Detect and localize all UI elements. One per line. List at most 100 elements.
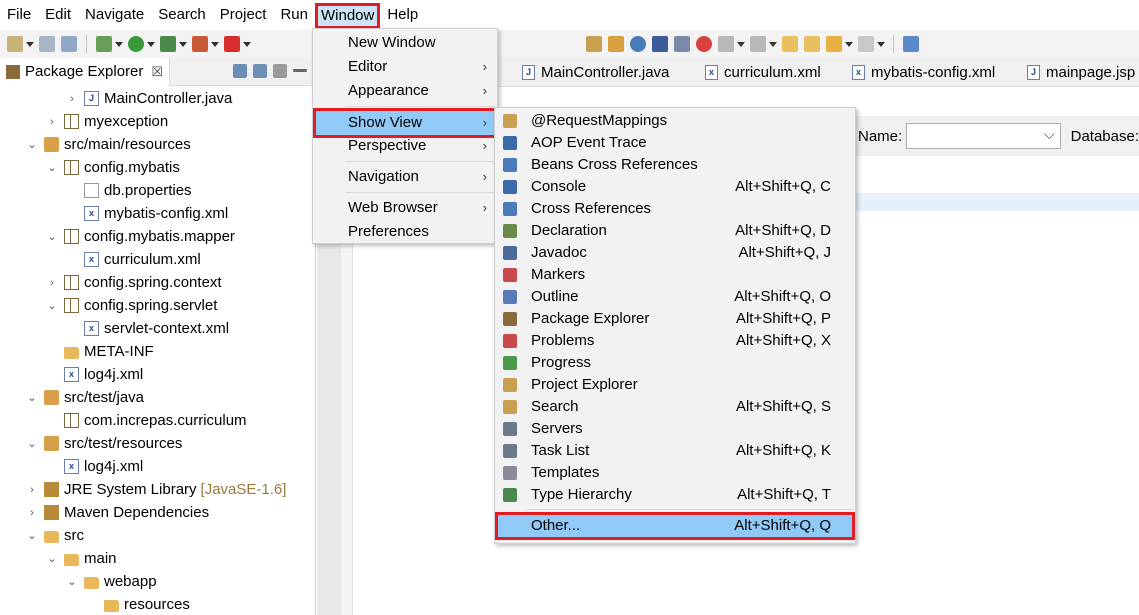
next-annotation-icon[interactable] bbox=[718, 36, 734, 52]
show-view-item[interactable]: Search Alt+Shift+Q, S bbox=[495, 396, 855, 418]
show-view-other-item[interactable]: Other... Alt+Shift+Q, Q bbox=[495, 512, 855, 540]
show-view-item[interactable]: Console Alt+Shift+Q, C bbox=[495, 176, 855, 198]
tree-item[interactable]: ⌄ src/main/resources bbox=[0, 133, 316, 156]
external-tools-dropdown-icon[interactable] bbox=[211, 36, 219, 52]
tree-item[interactable]: ⌄ src bbox=[0, 524, 316, 547]
menu-file[interactable]: File bbox=[0, 0, 38, 30]
expanded-chevron-icon[interactable]: ⌄ bbox=[46, 161, 58, 174]
collapse-all-icon[interactable] bbox=[233, 64, 247, 78]
expanded-chevron-icon[interactable]: ⌄ bbox=[46, 230, 58, 243]
search-toolbar-icon[interactable] bbox=[586, 36, 602, 52]
tree-item[interactable]: x log4j.xml bbox=[0, 363, 316, 386]
tree-item[interactable]: META-INF bbox=[0, 340, 316, 363]
menu-item-web-browser[interactable]: Web Browser › bbox=[313, 196, 497, 220]
menu-item-preferences[interactable]: Preferences bbox=[313, 220, 497, 244]
forward-icon[interactable] bbox=[858, 36, 874, 52]
menu-project[interactable]: Project bbox=[213, 0, 274, 30]
tab-mainpage-jsp[interactable]: J mainpage.jsp bbox=[1027, 58, 1135, 87]
collapsed-chevron-icon[interactable]: › bbox=[26, 507, 38, 519]
show-view-item[interactable]: Beans Cross References bbox=[495, 154, 855, 176]
show-view-item[interactable]: Javadoc Alt+Shift+Q, J bbox=[495, 242, 855, 264]
tree-item[interactable]: ⌄ config.mybatis bbox=[0, 156, 316, 179]
show-view-item[interactable]: Cross References bbox=[495, 198, 855, 220]
stop-icon[interactable] bbox=[224, 36, 240, 52]
forward-edit-icon[interactable] bbox=[804, 36, 820, 52]
debug-dropdown-icon[interactable] bbox=[115, 36, 123, 52]
show-view-item[interactable]: Package Explorer Alt+Shift+Q, P bbox=[495, 308, 855, 330]
menu-item-editor[interactable]: Editor › bbox=[313, 55, 497, 79]
expanded-chevron-icon[interactable]: ⌄ bbox=[26, 391, 38, 404]
monitor-icon[interactable] bbox=[652, 36, 668, 52]
tree-item[interactable]: db.properties bbox=[0, 179, 316, 202]
tree-item[interactable]: › myexception bbox=[0, 110, 316, 133]
update-icon[interactable] bbox=[696, 36, 712, 52]
menu-run[interactable]: Run bbox=[273, 0, 315, 30]
show-view-item[interactable]: @RequestMappings bbox=[495, 110, 855, 132]
package-explorer-tab[interactable]: Package Explorer ☒ bbox=[0, 57, 171, 86]
run-icon[interactable] bbox=[128, 36, 144, 52]
menu-edit[interactable]: Edit bbox=[38, 0, 78, 30]
stop-dropdown-icon[interactable] bbox=[243, 36, 251, 52]
link-with-editor-icon[interactable] bbox=[253, 64, 267, 78]
name-select[interactable] bbox=[906, 123, 1061, 149]
tree-item[interactable]: › config.spring.context bbox=[0, 271, 316, 294]
show-view-item[interactable]: Progress bbox=[495, 352, 855, 374]
tree-item[interactable]: x mybatis-config.xml bbox=[0, 202, 316, 225]
tree-item[interactable]: ⌄ main bbox=[0, 547, 316, 570]
filter-icon[interactable] bbox=[674, 36, 690, 52]
globe-icon[interactable] bbox=[630, 36, 646, 52]
tree-item[interactable]: x curriculum.xml bbox=[0, 248, 316, 271]
show-view-item[interactable]: Markers bbox=[495, 264, 855, 286]
tree-item[interactable]: ⌄ webapp bbox=[0, 570, 316, 593]
tree-item[interactable]: x servlet-context.xml bbox=[0, 317, 316, 340]
tree-item[interactable]: › JRE System Library [JavaSE-1.6] bbox=[0, 478, 316, 501]
show-view-item[interactable]: Outline Alt+Shift+Q, O bbox=[495, 286, 855, 308]
show-view-item[interactable]: Problems Alt+Shift+Q, X bbox=[495, 330, 855, 352]
debug-icon[interactable] bbox=[96, 36, 112, 52]
show-view-item[interactable]: AOP Event Trace bbox=[495, 132, 855, 154]
tree-item[interactable]: › Maven Dependencies bbox=[0, 501, 316, 524]
expanded-chevron-icon[interactable]: ⌄ bbox=[46, 552, 58, 565]
tree-item[interactable]: x log4j.xml bbox=[0, 455, 316, 478]
tab-main-controller[interactable]: J MainController.java bbox=[522, 58, 669, 87]
tree-item[interactable]: ⌄ config.spring.servlet bbox=[0, 294, 316, 317]
open-type-icon[interactable] bbox=[608, 36, 624, 52]
show-view-item[interactable]: Servers bbox=[495, 418, 855, 440]
show-view-item[interactable]: Type Hierarchy Alt+Shift+Q, T bbox=[495, 484, 855, 506]
collapsed-chevron-icon[interactable]: › bbox=[66, 93, 78, 105]
new-dropdown-icon[interactable] bbox=[26, 36, 34, 52]
expanded-chevron-icon[interactable]: ⌄ bbox=[46, 299, 58, 312]
expanded-chevron-icon[interactable]: ⌄ bbox=[26, 437, 38, 450]
menu-search[interactable]: Search bbox=[151, 0, 213, 30]
menu-navigate[interactable]: Navigate bbox=[78, 0, 151, 30]
menu-window[interactable]: Window bbox=[314, 3, 381, 29]
prev-annotation-dropdown-icon[interactable] bbox=[769, 36, 777, 52]
tree-item[interactable]: resources bbox=[0, 593, 316, 615]
save-icon[interactable] bbox=[39, 36, 55, 52]
forward-dropdown-icon[interactable] bbox=[877, 36, 885, 52]
save-all-icon[interactable] bbox=[61, 36, 77, 52]
perspective-icon[interactable] bbox=[903, 36, 919, 52]
expanded-chevron-icon[interactable]: ⌄ bbox=[26, 138, 38, 151]
back-icon[interactable] bbox=[826, 36, 842, 52]
new-icon[interactable] bbox=[7, 36, 23, 52]
tree-item[interactable]: › J MainController.java bbox=[0, 87, 316, 110]
menu-item-new-window[interactable]: New Window bbox=[313, 31, 497, 55]
menu-item-perspective[interactable]: Perspective › bbox=[313, 134, 497, 158]
prev-annotation-icon[interactable] bbox=[750, 36, 766, 52]
menu-item-navigation[interactable]: Navigation › bbox=[313, 165, 497, 189]
tab-curriculum-xml[interactable]: x curriculum.xml bbox=[705, 58, 821, 87]
coverage-icon[interactable] bbox=[160, 36, 176, 52]
tree-item[interactable]: ⌄ config.mybatis.mapper bbox=[0, 225, 316, 248]
show-view-item[interactable]: Declaration Alt+Shift+Q, D bbox=[495, 220, 855, 242]
coverage-dropdown-icon[interactable] bbox=[179, 36, 187, 52]
last-edit-icon[interactable] bbox=[782, 36, 798, 52]
show-view-item[interactable]: Task List Alt+Shift+Q, K bbox=[495, 440, 855, 462]
expanded-chevron-icon[interactable]: ⌄ bbox=[26, 529, 38, 542]
collapsed-chevron-icon[interactable]: › bbox=[46, 277, 58, 289]
tree-item[interactable]: ⌄ src/test/java bbox=[0, 386, 316, 409]
menu-item-appearance[interactable]: Appearance › bbox=[313, 79, 497, 103]
view-menu-icon[interactable] bbox=[273, 64, 287, 78]
show-view-item[interactable]: Project Explorer bbox=[495, 374, 855, 396]
collapsed-chevron-icon[interactable]: › bbox=[26, 484, 38, 496]
